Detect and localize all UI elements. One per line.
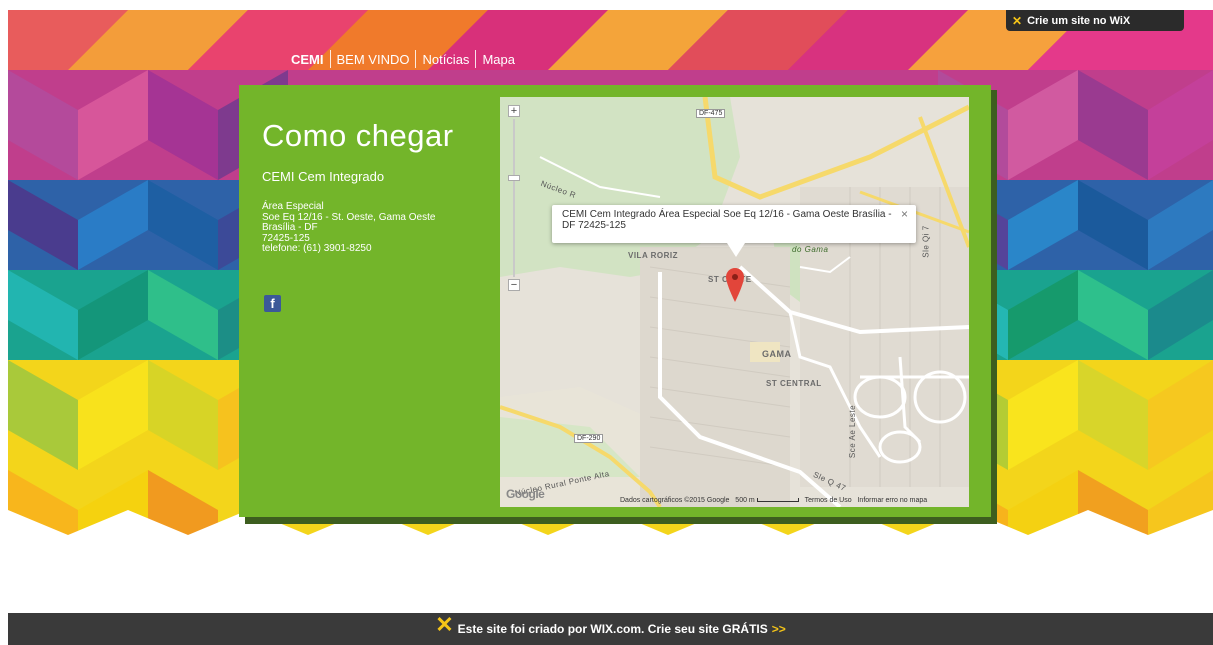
zoom-slider-thumb[interactable] [508, 175, 520, 181]
map-canvas [500, 97, 969, 507]
wix-top-label: Crie um site no WiX [1027, 14, 1131, 27]
map-data-credit: Dados cartográficos ©2015 Google [620, 497, 730, 504]
nav-item-cemi[interactable]: CEMI [285, 52, 330, 67]
map-report-link[interactable]: Informar erro no mapa [857, 497, 927, 504]
zoom-out-button[interactable]: − [508, 279, 520, 291]
school-name: CEMI Cem Integrado [262, 169, 385, 184]
map-terms-link[interactable]: Termos de Uso [805, 497, 852, 504]
nav-separator [475, 50, 477, 68]
google-map[interactable]: + − DF-475 DF-290 Núcleo R VILA RORIZ ST… [500, 97, 969, 507]
map-label-vila-roriz: VILA RORIZ [628, 251, 679, 260]
address-line: Brasília - DF [262, 222, 318, 233]
scale-bar [756, 498, 799, 503]
wix-logo-icon: ✕ [435, 612, 454, 637]
zoom-slider-track[interactable] [513, 119, 515, 277]
info-window-tail [727, 243, 745, 257]
page-title: Como chegar [262, 118, 454, 153]
top-nav: CEMI BEM VINDO Notícias Mapa [285, 49, 521, 69]
wix-footer-banner[interactable]: ✕ Este site foi criado por WIX.com. Crie… [8, 612, 1213, 645]
map-label-do-gama: do Gama [792, 245, 829, 254]
map-scale: 500 m [735, 497, 755, 504]
map-label-sle-qi7: Sle Qi 7 [921, 225, 931, 258]
map-label-st-central: ST CENTRAL [766, 379, 822, 388]
map-label-gama: GAMA [762, 349, 792, 359]
road-label-df475: DF-475 [696, 109, 726, 118]
wix-logo-icon: ✕ [1012, 13, 1023, 28]
info-window-text: CEMI Cem Integrado Área Especial Soe Eq … [562, 209, 892, 231]
nav-item-noticias[interactable]: Notícias [416, 52, 475, 67]
map-footer: Dados cartográficos ©2015 Google 500 m T… [620, 497, 927, 504]
nav-item-mapa[interactable]: Mapa [476, 52, 521, 67]
address-block: Área Especial Soe Eq 12/16 - St. Oeste, … [262, 201, 435, 255]
address-line: Área Especial [262, 201, 324, 212]
wix-footer-arrows: >> [771, 622, 786, 636]
map-info-window: CEMI Cem Integrado Área Especial Soe Eq … [552, 205, 916, 243]
nav-item-bem-vindo[interactable]: BEM VINDO [331, 52, 416, 67]
zoom-in-button[interactable]: + [508, 105, 520, 117]
map-zoom-control: + − [508, 105, 520, 291]
facebook-icon[interactable]: f [264, 295, 281, 312]
nav-separator [329, 50, 331, 68]
google-logo[interactable]: Google [506, 487, 545, 501]
nav-separator [415, 50, 417, 68]
wix-create-site-link[interactable]: ✕ Crie um site no WiX [1006, 10, 1184, 31]
map-label-sce-ae-leste: Sce Ae Leste [848, 404, 858, 459]
close-icon[interactable]: × [901, 208, 908, 220]
road-label-df290: DF-290 [574, 434, 604, 443]
wix-footer-text: Este site foi criado por WIX.com. Crie s… [457, 622, 768, 636]
phone-line: telefone: (61) 3901-8250 [262, 243, 372, 254]
